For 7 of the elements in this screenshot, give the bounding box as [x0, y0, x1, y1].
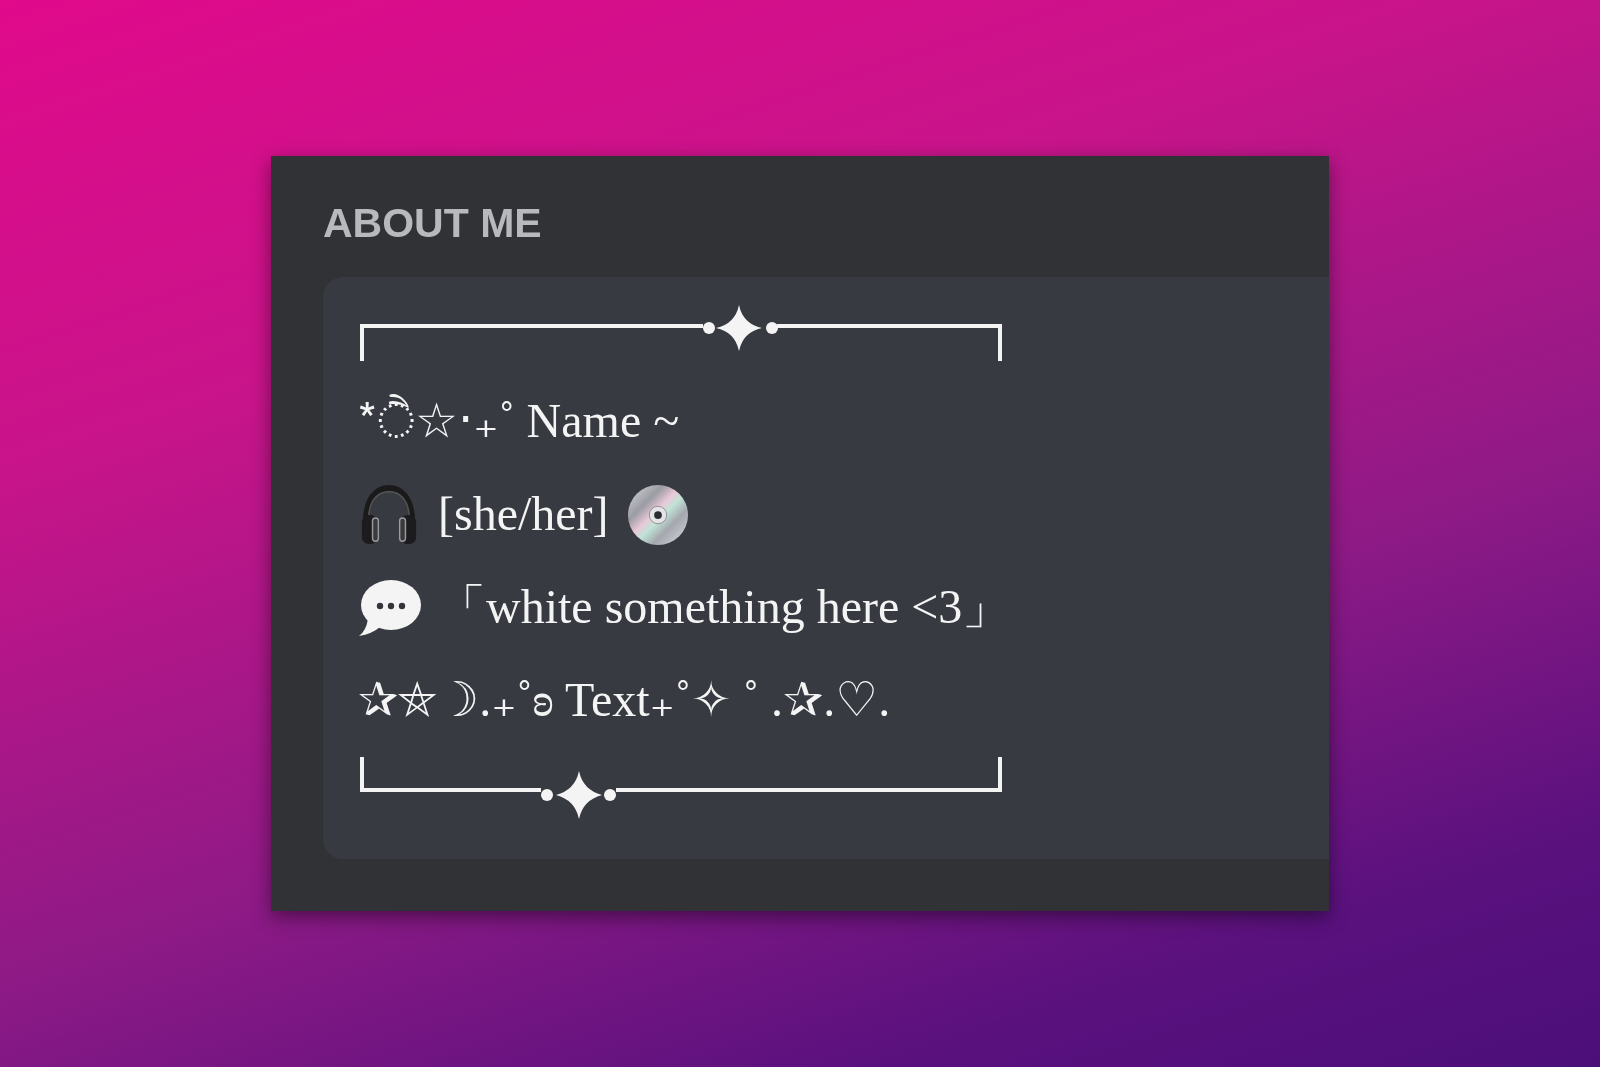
section-heading: ABOUT ME: [323, 199, 542, 248]
speech-bubble-icon: [358, 578, 422, 637]
bio-text: 「white something here <3」: [438, 581, 1011, 634]
bio-text: ✰⛤☽.₊˚ʚ Text₊˚✧ ˚ .✰.♡.: [358, 674, 891, 727]
bio-text: *ੈ☆‧₊˚ Name ~: [358, 395, 680, 448]
disc-icon: [626, 483, 689, 546]
bio-text: [she/her]: [438, 488, 609, 541]
